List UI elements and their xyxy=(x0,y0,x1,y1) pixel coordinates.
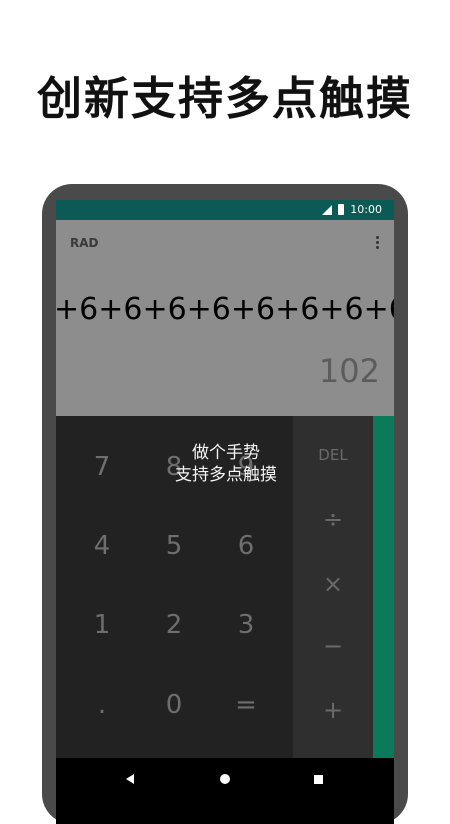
signal-icon xyxy=(322,204,333,215)
battery-icon xyxy=(338,204,345,215)
subtract-button[interactable]: − xyxy=(293,632,373,660)
expression-display[interactable]: +6+6+6+6+6+6+6+6+ xyxy=(56,292,394,327)
promo-headline: 创新支持多点触摸 xyxy=(36,72,413,125)
home-icon[interactable] xyxy=(220,774,230,784)
angle-mode-label[interactable]: RAD xyxy=(70,236,99,250)
overflow-menu-icon[interactable] xyxy=(376,236,380,249)
calculator-display: RAD +6+6+6+6+6+6+6+6+ 102 xyxy=(56,220,394,416)
result-display: 102 xyxy=(318,352,380,390)
key-7[interactable]: 7 xyxy=(66,432,138,502)
key-2[interactable]: 2 xyxy=(138,590,210,660)
recent-apps-icon[interactable] xyxy=(314,775,323,784)
phone-screen: 10:00 RAD +6+6+6+6+6+6+6+6+ 102 7 8 9 4 … xyxy=(56,200,394,824)
key-4[interactable]: 4 xyxy=(66,511,138,581)
key-0[interactable]: 0 xyxy=(138,670,210,740)
key-5[interactable]: 5 xyxy=(138,511,210,581)
status-bar: 10:00 xyxy=(56,200,394,220)
back-icon[interactable] xyxy=(126,774,134,784)
key-equals[interactable]: = xyxy=(210,670,282,740)
key-3[interactable]: 3 xyxy=(210,590,282,660)
gesture-hint: 做个手势 支持多点触摸 xyxy=(146,442,306,486)
key-6[interactable]: 6 xyxy=(210,511,282,581)
key-1[interactable]: 1 xyxy=(66,590,138,660)
advanced-panel-handle[interactable] xyxy=(373,416,394,758)
navigation-bar xyxy=(56,758,394,824)
multiply-button[interactable]: × xyxy=(293,570,373,598)
status-time: 10:00 xyxy=(350,203,382,216)
gesture-hint-line2: 支持多点触摸 xyxy=(175,465,277,485)
divide-button[interactable]: ÷ xyxy=(293,505,373,533)
add-button[interactable]: + xyxy=(293,696,373,724)
phone-frame: 10:00 RAD +6+6+6+6+6+6+6+6+ 102 7 8 9 4 … xyxy=(42,184,408,824)
gesture-hint-line1: 做个手势 xyxy=(192,443,260,463)
key-decimal[interactable]: . xyxy=(66,670,138,740)
